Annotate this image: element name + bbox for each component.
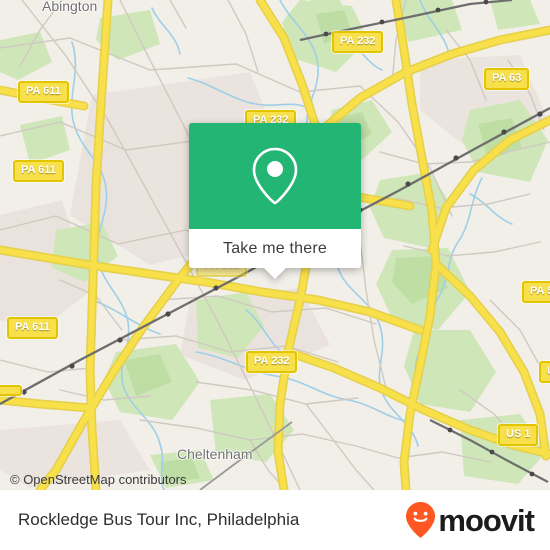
shield-pa-63[interactable]: PA 63	[484, 68, 530, 90]
shield-us-1[interactable]: US 1	[498, 424, 539, 446]
shield-us-1-right[interactable]: U	[539, 361, 550, 383]
take-me-there-label: Take me there	[223, 239, 327, 257]
popup-tail-arrow	[264, 268, 286, 279]
shield-pa-611-south[interactable]: PA 611	[7, 317, 58, 339]
moovit-pin-smiley-icon	[406, 502, 436, 538]
footer-bar: Rockledge Bus Tour Inc, Philadelphia moo…	[0, 490, 550, 550]
popup-action-bar[interactable]: Take me there	[189, 229, 361, 279]
shield-left-edge[interactable]	[0, 385, 22, 396]
moovit-map-screenshot: Abington Cheltenham PA 611 PA 611 PA 611…	[0, 0, 550, 550]
shield-pa-232-top[interactable]: PA 232	[332, 31, 384, 53]
map-canvas[interactable]: Abington Cheltenham PA 611 PA 611 PA 611…	[0, 0, 550, 490]
moovit-brand[interactable]: moovit	[406, 502, 535, 538]
moovit-wordmark: moovit	[438, 502, 535, 538]
location-pin-icon	[252, 147, 298, 205]
osm-attribution[interactable]: © OpenStreetMap contributors	[10, 472, 187, 487]
popup-pin-area	[189, 123, 361, 229]
shield-pa-611-north[interactable]: PA 611	[18, 81, 69, 103]
place-title: Rockledge Bus Tour Inc, Philadelphia	[18, 510, 300, 529]
shield-pa-232-lower[interactable]: PA 232	[246, 351, 298, 373]
shield-pa-611-mid[interactable]: PA 611	[13, 160, 64, 182]
take-me-there-popup[interactable]: Take me there	[189, 123, 361, 279]
shield-pa-5[interactable]: PA 5	[522, 281, 550, 303]
